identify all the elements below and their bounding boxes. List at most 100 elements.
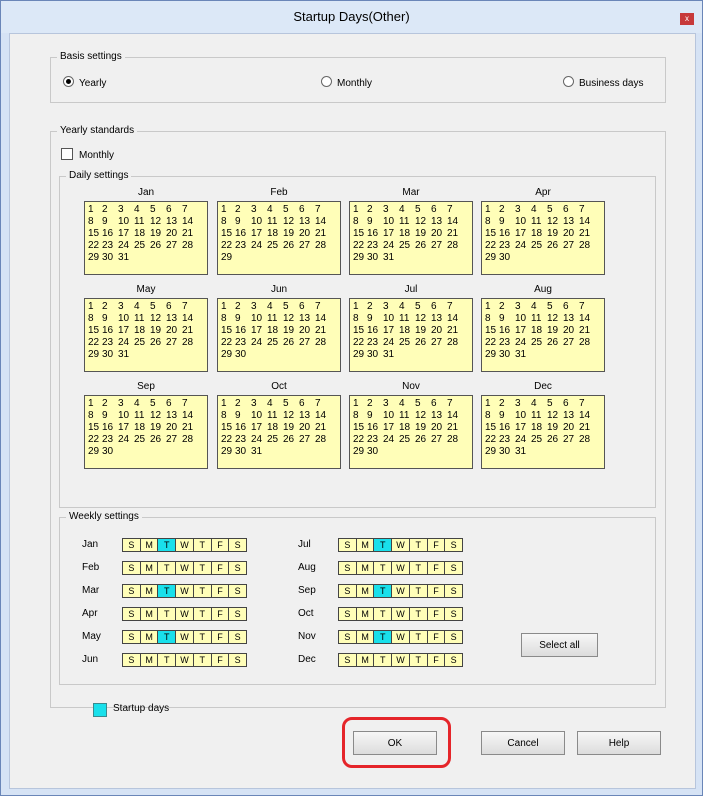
weekday-toggle[interactable]: T xyxy=(374,562,393,574)
day-cell[interactable]: 25 xyxy=(267,337,283,349)
day-cell[interactable]: 14 xyxy=(182,410,198,422)
day-cell[interactable]: 27 xyxy=(166,337,182,349)
day-cell[interactable]: 3 xyxy=(383,204,399,216)
weekday-toggle[interactable]: S xyxy=(445,654,463,666)
day-cell[interactable]: 30 xyxy=(499,349,515,361)
day-cell[interactable]: 25 xyxy=(531,434,547,446)
day-cell[interactable]: 26 xyxy=(415,337,431,349)
day-cell[interactable]: 3 xyxy=(251,301,267,313)
day-cell[interactable]: 18 xyxy=(267,422,283,434)
day-cell[interactable]: 19 xyxy=(547,325,563,337)
day-cell[interactable]: 14 xyxy=(447,216,463,228)
weekday-toggle[interactable]: W xyxy=(392,608,410,620)
day-cell[interactable]: 23 xyxy=(235,337,251,349)
day-cell[interactable]: 16 xyxy=(499,325,515,337)
day-cell[interactable]: 6 xyxy=(299,204,315,216)
day-cell[interactable]: 19 xyxy=(415,325,431,337)
day-cell[interactable]: 17 xyxy=(515,422,531,434)
weekday-toggle[interactable]: S xyxy=(339,539,357,551)
day-cell[interactable]: 10 xyxy=(383,313,399,325)
day-cell[interactable]: 20 xyxy=(431,422,447,434)
day-cell[interactable]: 5 xyxy=(547,301,563,313)
day-cell[interactable]: 23 xyxy=(499,337,515,349)
day-cell[interactable]: 6 xyxy=(166,398,182,410)
weekday-toggle[interactable]: W xyxy=(392,654,410,666)
weekday-toggle[interactable]: M xyxy=(140,608,159,620)
select-all-button[interactable]: Select all xyxy=(521,633,598,657)
weekday-toggle[interactable]: T xyxy=(193,631,212,643)
day-cell[interactable]: 14 xyxy=(579,410,595,422)
day-cell[interactable]: 20 xyxy=(166,228,182,240)
day-cell[interactable]: 1 xyxy=(88,398,102,410)
day-cell[interactable]: 27 xyxy=(299,337,315,349)
day-cell[interactable]: 30 xyxy=(102,252,118,264)
day-cell[interactable]: 20 xyxy=(563,228,579,240)
day-cell[interactable]: 26 xyxy=(150,434,166,446)
day-cell[interactable]: 17 xyxy=(383,228,399,240)
day-cell[interactable]: 10 xyxy=(383,216,399,228)
day-cell[interactable]: 16 xyxy=(367,228,383,240)
weekday-toggle[interactable]: F xyxy=(427,654,446,666)
day-cell[interactable]: 28 xyxy=(447,337,463,349)
day-cell[interactable]: 1 xyxy=(88,204,102,216)
day-cell[interactable]: 7 xyxy=(579,204,595,216)
day-cell[interactable]: 18 xyxy=(134,422,150,434)
weekday-toggle[interactable]: T xyxy=(409,608,428,620)
day-cell[interactable]: 22 xyxy=(221,240,235,252)
day-cell[interactable]: 19 xyxy=(150,422,166,434)
weekday-toggle[interactable]: S xyxy=(339,562,357,574)
day-cell[interactable]: 30 xyxy=(235,446,251,458)
day-cell[interactable]: 30 xyxy=(499,446,515,458)
day-cell[interactable]: 10 xyxy=(251,313,267,325)
day-cell[interactable]: 21 xyxy=(579,325,595,337)
day-cell[interactable]: 23 xyxy=(102,240,118,252)
day-cell[interactable]: 17 xyxy=(118,228,134,240)
day-cell[interactable]: 5 xyxy=(547,204,563,216)
day-cell[interactable]: 27 xyxy=(563,434,579,446)
day-cell[interactable]: 28 xyxy=(447,240,463,252)
weekday-toggle[interactable]: M xyxy=(356,562,375,574)
day-cell[interactable]: 16 xyxy=(102,422,118,434)
day-cell[interactable]: 18 xyxy=(267,228,283,240)
day-cell[interactable]: 4 xyxy=(134,204,150,216)
day-cell[interactable]: 3 xyxy=(118,301,134,313)
day-cell[interactable]: 2 xyxy=(367,398,383,410)
day-cell[interactable]: 23 xyxy=(499,240,515,252)
weekday-toggle[interactable]: M xyxy=(356,608,375,620)
day-cell[interactable]: 28 xyxy=(182,434,198,446)
day-cell[interactable]: 16 xyxy=(102,228,118,240)
day-cell[interactable]: 17 xyxy=(515,325,531,337)
day-cell[interactable]: 13 xyxy=(299,216,315,228)
day-cell[interactable]: 24 xyxy=(118,434,134,446)
day-cell[interactable]: 11 xyxy=(399,313,415,325)
day-cell[interactable]: 10 xyxy=(515,410,531,422)
cancel-button[interactable]: Cancel xyxy=(481,731,565,755)
day-cell[interactable]: 19 xyxy=(547,228,563,240)
day-cell[interactable]: 14 xyxy=(182,313,198,325)
day-cell[interactable]: 15 xyxy=(88,325,102,337)
day-cell[interactable]: 17 xyxy=(251,422,267,434)
weekday-toggle[interactable]: T xyxy=(193,585,212,597)
day-cell[interactable]: 11 xyxy=(531,313,547,325)
day-cell[interactable]: 27 xyxy=(563,337,579,349)
day-cell[interactable]: 20 xyxy=(166,422,182,434)
weekday-toggle[interactable]: S xyxy=(445,539,463,551)
day-cell[interactable]: 3 xyxy=(251,398,267,410)
day-cell[interactable]: 9 xyxy=(102,313,118,325)
weekday-toggle[interactable]: W xyxy=(176,608,194,620)
day-cell[interactable]: 13 xyxy=(431,216,447,228)
day-cell[interactable]: 25 xyxy=(399,434,415,446)
day-cell[interactable]: 23 xyxy=(235,240,251,252)
day-cell[interactable]: 31 xyxy=(251,446,267,458)
day-cell[interactable]: 12 xyxy=(150,313,166,325)
day-cell[interactable]: 13 xyxy=(431,410,447,422)
day-cell[interactable]: 1 xyxy=(88,301,102,313)
day-cell[interactable]: 4 xyxy=(399,204,415,216)
day-cell[interactable]: 12 xyxy=(283,216,299,228)
weekday-toggle[interactable]: S xyxy=(445,585,463,597)
day-cell[interactable]: 24 xyxy=(383,434,399,446)
day-cell[interactable]: 16 xyxy=(499,228,515,240)
day-cell[interactable]: 18 xyxy=(399,228,415,240)
day-cell[interactable]: 22 xyxy=(485,240,499,252)
day-cell[interactable]: 8 xyxy=(353,313,367,325)
